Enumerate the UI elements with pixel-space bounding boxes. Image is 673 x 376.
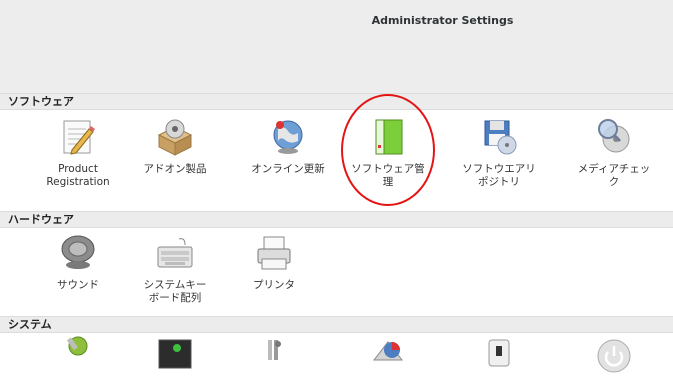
package-box-icon [155, 117, 195, 157]
media-check-label: メディアチェッ ク [577, 163, 651, 188]
keyboard-layout-label: システムキー ボード配列 [143, 279, 207, 304]
product-registration-label: Product Registration [46, 163, 110, 188]
keyboard-icon [155, 233, 195, 273]
printer-item[interactable]: プリンタ [226, 233, 322, 292]
system-item-1[interactable] [30, 336, 126, 376]
section-header-hardware: ハードウェア [0, 211, 673, 228]
partitioner-icon [368, 336, 408, 376]
software-management-item[interactable]: ソフトウェア管 理 [340, 117, 436, 189]
document-pencil-icon [58, 117, 98, 157]
system-tools-icon [58, 336, 98, 376]
green-package-icon [368, 117, 408, 157]
addon-products-item[interactable]: アドオン製品 [127, 117, 223, 176]
window-header: Administrator Settings [0, 0, 673, 93]
online-update-item[interactable]: オンライン更新 [240, 117, 336, 176]
section-header-system: システム [0, 316, 673, 333]
system-item-5[interactable] [451, 336, 547, 376]
system-item-6[interactable] [566, 336, 662, 376]
printer-label: プリンタ [253, 279, 295, 291]
system-item-2[interactable] [127, 336, 223, 376]
section-header-software: ソフトウェア [0, 93, 673, 110]
software-repositories-item[interactable]: ソフトウエアリ ポジトリ [451, 117, 547, 189]
system-item-4[interactable] [340, 336, 436, 376]
sound-label: サウンド [57, 279, 99, 291]
software-management-label: ソフトウェア管 理 [351, 163, 425, 188]
media-check-item[interactable]: メディアチェッ ク [566, 117, 662, 189]
floppy-disk-icon [479, 117, 519, 157]
online-update-label: オンライン更新 [251, 163, 325, 175]
system-item-3[interactable] [226, 336, 322, 376]
media-check-icon [594, 117, 634, 157]
software-repositories-label: ソフトウエアリ ポジトリ [462, 163, 536, 188]
printer-icon [254, 233, 294, 273]
usb-device-icon [479, 336, 519, 376]
boot-loader-icon [254, 336, 294, 376]
keyboard-layout-item[interactable]: システムキー ボード配列 [127, 233, 223, 305]
addon-products-label: アドオン製品 [143, 163, 207, 175]
sound-item[interactable]: サウンド [30, 233, 126, 292]
window-title: Administrator Settings [371, 14, 514, 27]
speaker-icon [58, 233, 98, 273]
product-registration-item[interactable]: Product Registration [30, 117, 126, 189]
globe-update-icon [268, 117, 308, 157]
terminal-monitor-icon [155, 336, 195, 376]
power-icon [594, 336, 634, 376]
